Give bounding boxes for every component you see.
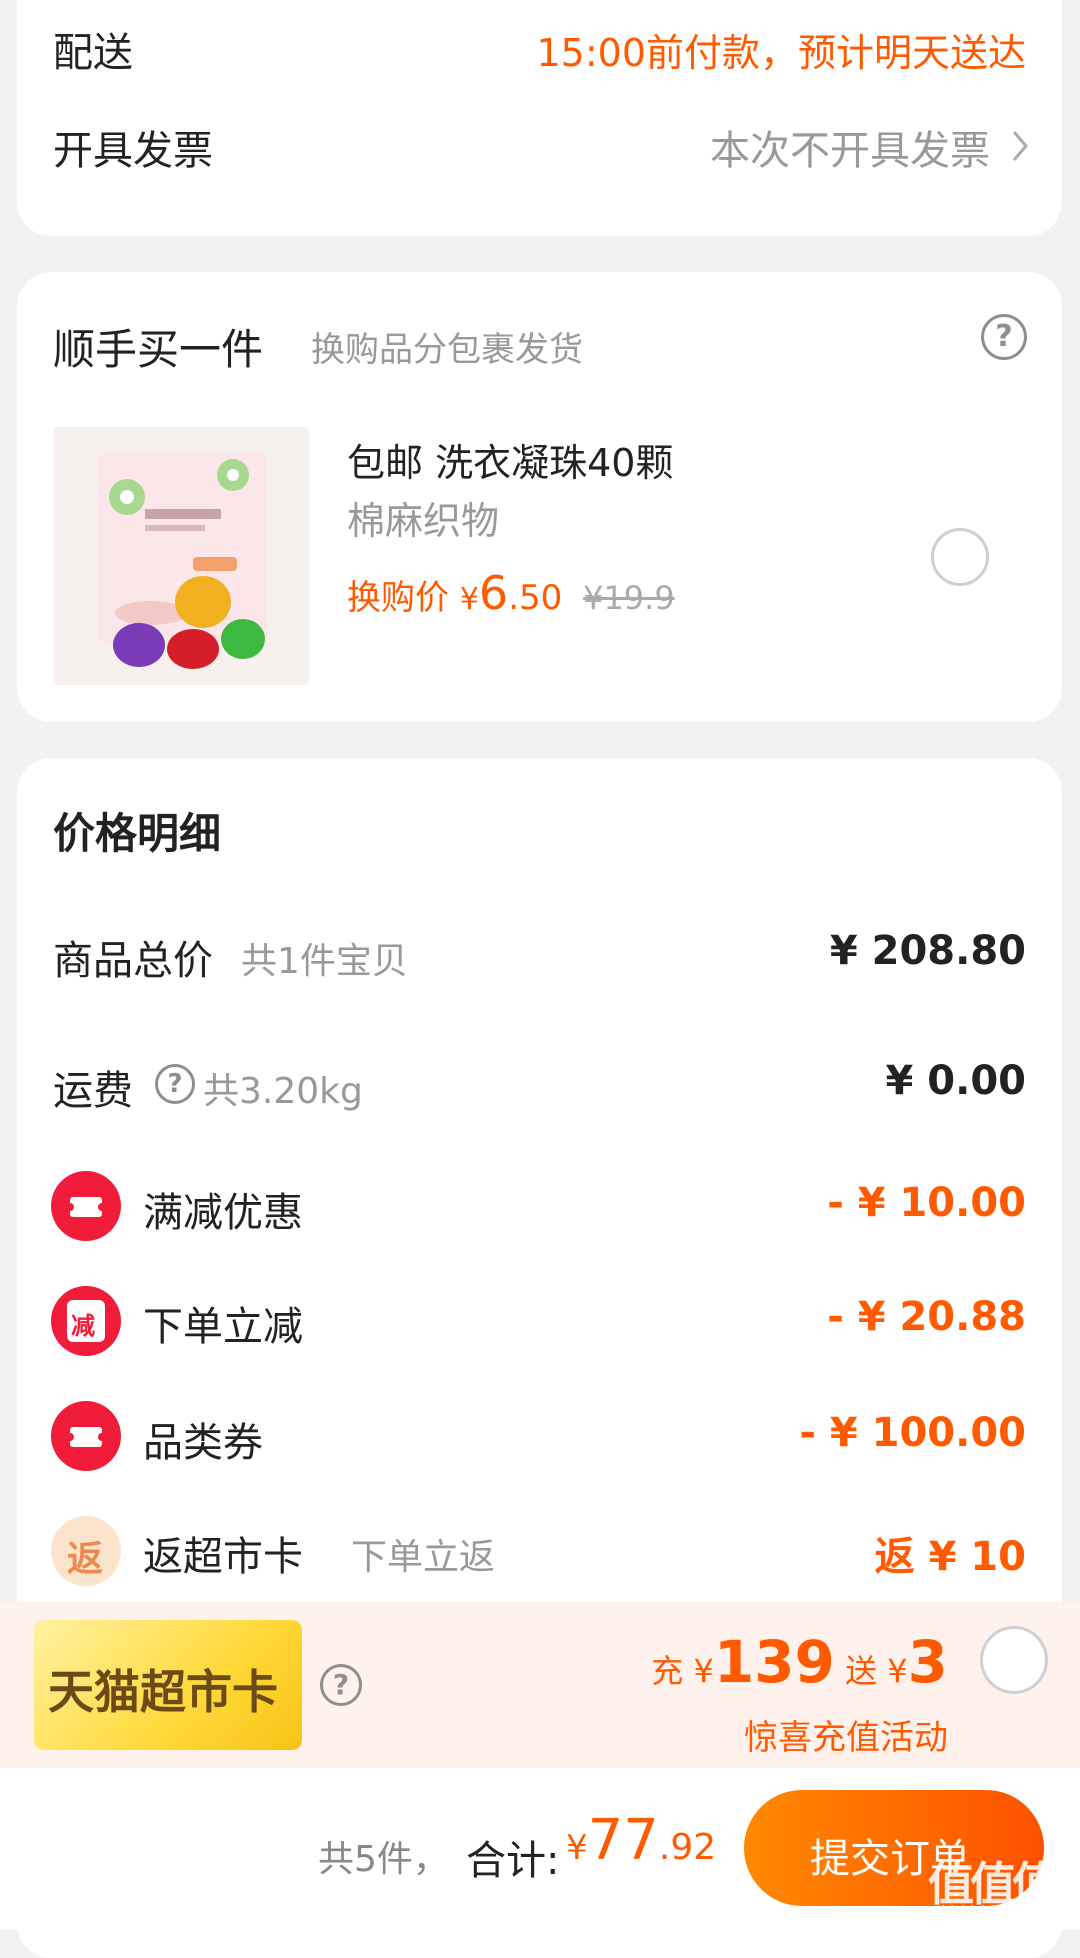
bonus-label: 送 bbox=[845, 1652, 878, 1690]
bonus-currency: ¥ bbox=[887, 1652, 908, 1690]
tmall-card-name: 天猫超市卡 bbox=[48, 1665, 278, 1719]
recharge-label: 充 bbox=[651, 1652, 684, 1690]
tmall-card-logo[interactable]: 天猫超市卡 bbox=[34, 1620, 302, 1750]
price-integer: 6 bbox=[478, 566, 509, 620]
watermark-domain: zhizhizhi.com bbox=[934, 1904, 1029, 1920]
invoice-label: 开具发票 bbox=[53, 128, 213, 174]
addon-card: 顺手买一件 换购品分包裹发货 ? 包邮 洗衣凝珠40颗 棉麻织物 换购价 ¥6.… bbox=[17, 272, 1062, 722]
addon-price: 换购价 ¥6.50 ¥19.9 bbox=[347, 566, 675, 620]
price-decimal: .50 bbox=[508, 578, 563, 618]
discount-value: - ¥ 10.00 bbox=[827, 1180, 1026, 1226]
subtotal-note: 共1件宝贝 bbox=[241, 941, 408, 982]
addon-select-radio[interactable] bbox=[931, 528, 989, 586]
price-detail-title: 价格明细 bbox=[53, 809, 222, 858]
help-icon[interactable]: ? bbox=[320, 1664, 362, 1706]
discount-value: - ¥ 100.00 bbox=[799, 1410, 1026, 1456]
delivery-label: 配送 bbox=[53, 30, 133, 76]
total-amount: ¥77.92 bbox=[566, 1808, 716, 1873]
tmall-card-banner[interactable]: 天猫超市卡 ? 充 ¥139 送 ¥3 惊喜充值活动 bbox=[0, 1602, 1080, 1768]
discount-label: 满减优惠 bbox=[143, 1190, 303, 1236]
discount-jian-icon: 减 bbox=[51, 1286, 121, 1356]
original-price: ¥19.9 bbox=[583, 579, 675, 617]
bonus-amount: 3 bbox=[907, 1628, 948, 1696]
product-name[interactable]: 包邮 洗衣凝珠40颗 bbox=[347, 432, 673, 487]
cashback-icon: 返 bbox=[51, 1516, 121, 1586]
addon-subtitle: 换购品分包裹发货 bbox=[311, 330, 583, 370]
cashback-value: 返 ¥ 10 bbox=[874, 1534, 1026, 1580]
shipping-note: 共3.20kg bbox=[203, 1071, 363, 1112]
total-currency: ¥ bbox=[566, 1828, 588, 1868]
addon-title: 顺手买一件 bbox=[53, 325, 264, 374]
item-count: 共5件， bbox=[318, 1839, 449, 1880]
subtotal-value: ¥ 208.80 bbox=[829, 928, 1026, 974]
delivery-value: 15:00前付款，预计明天送达 bbox=[536, 31, 1026, 75]
invoice-value: 本次不开具发票 bbox=[710, 128, 990, 174]
footer-bar: 共5件， 合计: ¥77.92 提交订单 值值值 zhizhizhi.com bbox=[0, 1768, 1080, 1930]
discount-value: - ¥ 20.88 bbox=[827, 1294, 1026, 1340]
total-label: 合计: bbox=[466, 1838, 560, 1884]
ticket-icon bbox=[51, 1401, 121, 1471]
help-icon[interactable]: ? bbox=[981, 314, 1027, 360]
cashback-label: 返超市卡 bbox=[143, 1534, 303, 1580]
product-image[interactable] bbox=[53, 427, 309, 685]
discount-label: 下单立减 bbox=[143, 1304, 303, 1350]
recharge-amount: 139 bbox=[713, 1628, 835, 1696]
discount-label: 品类券 bbox=[143, 1420, 263, 1466]
total-decimal: .92 bbox=[658, 1827, 717, 1868]
ticket-icon bbox=[51, 1171, 121, 1241]
delivery-card: 配送 15:00前付款，预计明天送达 开具发票 本次不开具发票 bbox=[17, 0, 1062, 236]
shipping-value: ¥ 0.00 bbox=[885, 1058, 1026, 1104]
price-currency: ¥ bbox=[459, 582, 479, 617]
product-spec: 棉麻织物 bbox=[347, 499, 500, 543]
shipping-label: 运费 bbox=[53, 1068, 133, 1114]
subtotal-label: 商品总价 bbox=[53, 938, 213, 984]
help-icon[interactable]: ? bbox=[155, 1064, 195, 1104]
chevron-right-icon bbox=[1012, 131, 1028, 161]
tmall-card-select-radio[interactable] bbox=[980, 1626, 1048, 1694]
activity-label: 惊喜充值活动 bbox=[744, 1718, 948, 1758]
recharge-offer: 充 ¥139 送 ¥3 bbox=[651, 1628, 948, 1696]
invoice-row[interactable]: 开具发票 本次不开具发票 bbox=[17, 106, 1062, 216]
cashback-note: 下单立返 bbox=[351, 1537, 496, 1578]
total-integer: 77 bbox=[587, 1808, 659, 1873]
price-label: 换购价 bbox=[347, 578, 449, 618]
recharge-currency: ¥ bbox=[693, 1652, 714, 1690]
